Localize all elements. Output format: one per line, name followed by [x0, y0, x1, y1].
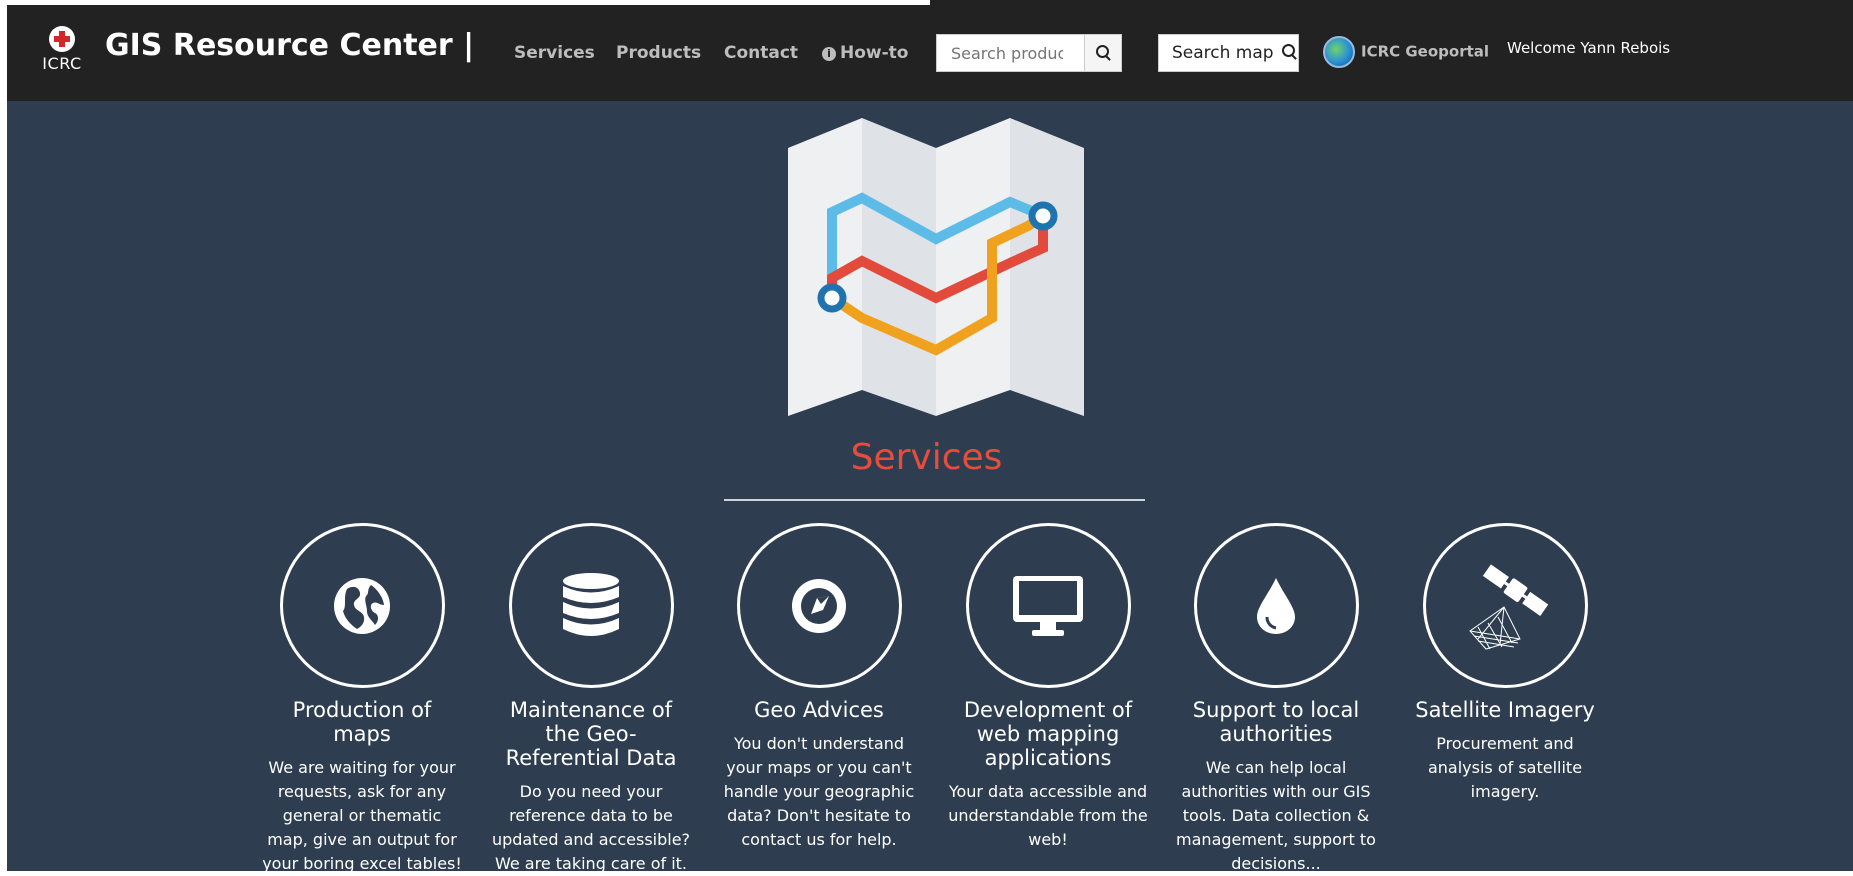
- service-desc: We are waiting for your requests, ask fo…: [262, 758, 462, 873]
- service-title: Maintenance of the Geo-Referential Data: [505, 698, 677, 770]
- nav-howto-label: How-to: [840, 43, 909, 63]
- service-title: Development of web mapping applications: [963, 698, 1133, 770]
- logo-text: ICRC: [42, 54, 82, 73]
- nav-products[interactable]: Products: [616, 43, 701, 63]
- welcome-user[interactable]: Welcome Yann Rebois: [1507, 39, 1670, 57]
- service-icon-circle: [279, 523, 445, 688]
- service-card-local-authorities[interactable]: Support to local authorities We can help…: [1176, 523, 1376, 876]
- service-desc: Procurement and analysis of satellite im…: [1427, 734, 1583, 801]
- search-icon: [1096, 45, 1109, 58]
- search-map-label: Search map: [1172, 43, 1274, 63]
- geoportal-label: ICRC Geoportal: [1361, 42, 1490, 61]
- service-desc: We can help local authorities with our G…: [1176, 758, 1376, 873]
- service-desc: You don't understand your maps or you ca…: [723, 734, 915, 849]
- search-map-button[interactable]: Search map: [1158, 34, 1299, 72]
- service-card-satellite[interactable]: Satellite Imagery Procurement and analys…: [1405, 523, 1605, 804]
- search-map-icon: [1281, 44, 1295, 57]
- geoportal-globe-icon: [1323, 36, 1355, 68]
- service-card-maps[interactable]: Production of maps We are waiting for yo…: [262, 523, 462, 876]
- nav-howto[interactable]: i How-to: [822, 43, 908, 63]
- service-title: Support to local authorities: [1192, 698, 1360, 746]
- red-cross-icon: [49, 26, 75, 52]
- service-desc: Do you need your reference data to be up…: [491, 782, 691, 873]
- service-card-web-mapping[interactable]: Development of web mapping applications …: [948, 523, 1148, 852]
- search-button[interactable]: [1084, 35, 1121, 71]
- site-brand[interactable]: GIS Resource Center |: [105, 28, 474, 63]
- service-icon-circle: [508, 523, 674, 688]
- service-card-geo-data[interactable]: Maintenance of the Geo-Referential Data …: [491, 523, 691, 876]
- globe-icon: [334, 577, 390, 634]
- service-card-geo-advices[interactable]: Geo Advices You don't understand your ma…: [719, 523, 919, 852]
- product-search: [936, 34, 1122, 72]
- service-desc: Your data accessible and understandable …: [948, 782, 1148, 849]
- service-icon-circle: [1193, 523, 1359, 688]
- heading-divider: [724, 499, 1145, 501]
- service-icon-circle: [965, 523, 1131, 688]
- info-icon: i: [822, 47, 836, 61]
- nav-contact[interactable]: Contact: [724, 43, 798, 63]
- database-icon: [563, 572, 619, 636]
- drop-icon: [1257, 577, 1295, 634]
- service-title: Satellite Imagery: [1415, 698, 1595, 722]
- service-icon-circle: [1422, 523, 1588, 688]
- service-icon-circle: [736, 523, 902, 688]
- icrc-logo[interactable]: ICRC: [40, 26, 84, 73]
- nav-services[interactable]: Services: [514, 43, 595, 63]
- compass-icon: [792, 578, 846, 633]
- monitor-icon: [1013, 575, 1083, 636]
- search-product-input[interactable]: [937, 35, 1077, 71]
- satellite-icon: [1469, 563, 1549, 650]
- service-title: Production of maps: [292, 698, 432, 746]
- services-heading: Services: [850, 437, 1003, 478]
- service-title: Geo Advices: [754, 698, 884, 722]
- folded-map-icon: [788, 118, 1084, 416]
- geoportal-link[interactable]: ICRC Geoportal: [1323, 36, 1489, 68]
